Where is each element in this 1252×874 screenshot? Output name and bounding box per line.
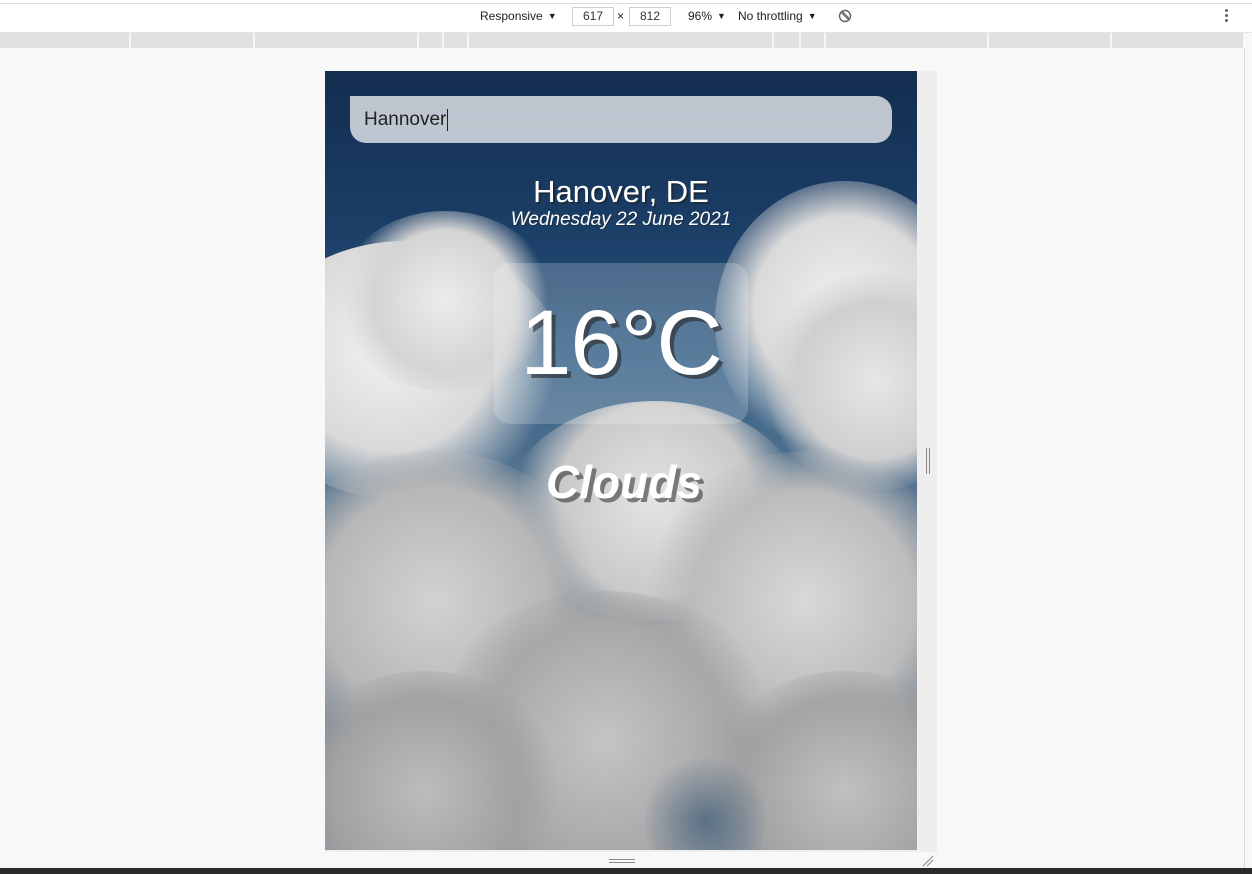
resize-handle-right[interactable] (925, 448, 931, 474)
resize-handle-icon[interactable] (921, 854, 935, 868)
temperature-card: 16°C (494, 263, 748, 424)
weather-app: Hannover Hanover, DE Wednesday 22 June 2… (325, 71, 917, 850)
search-input[interactable]: Hannover (350, 96, 892, 143)
toolbar-divider (0, 3, 1252, 4)
resize-handle-bottom[interactable] (609, 857, 635, 864)
chevron-down-icon: ▼ (717, 11, 726, 21)
media-query-ruler[interactable] (0, 33, 1243, 48)
zoom-label: 96% (688, 9, 713, 23)
chevron-down-icon: ▼ (547, 11, 557, 21)
temperature-value: 16°C (520, 292, 723, 394)
throttling-dropdown[interactable]: No throttling ▼ (738, 9, 817, 23)
throttling-label: No throttling (738, 9, 803, 23)
device-mode-dropdown[interactable]: Responsive ▼ (480, 9, 557, 23)
date-label: Wednesday 22 June 2021 (510, 209, 732, 230)
device-mode-label: Responsive (480, 9, 543, 23)
weather-condition: Clouds (546, 456, 702, 508)
zoom-dropdown[interactable]: 96% ▼ (688, 9, 726, 23)
location-title: Hanover, DE (533, 174, 709, 209)
dock-edge (0, 868, 1252, 874)
height-input[interactable]: 812 (629, 7, 671, 26)
text-cursor (447, 108, 449, 131)
dimension-separator: × (617, 9, 625, 23)
width-input[interactable]: 617 (572, 7, 614, 26)
rotate-icon[interactable] (838, 9, 852, 23)
panel-border (1244, 48, 1245, 868)
chevron-down-icon: ▼ (807, 11, 817, 21)
device-toolbar: Responsive ▼ 617 × 812 96% ▼ No throttli… (0, 0, 1252, 33)
kebab-menu-icon[interactable] (1221, 9, 1231, 25)
search-value: Hannover (364, 109, 447, 130)
